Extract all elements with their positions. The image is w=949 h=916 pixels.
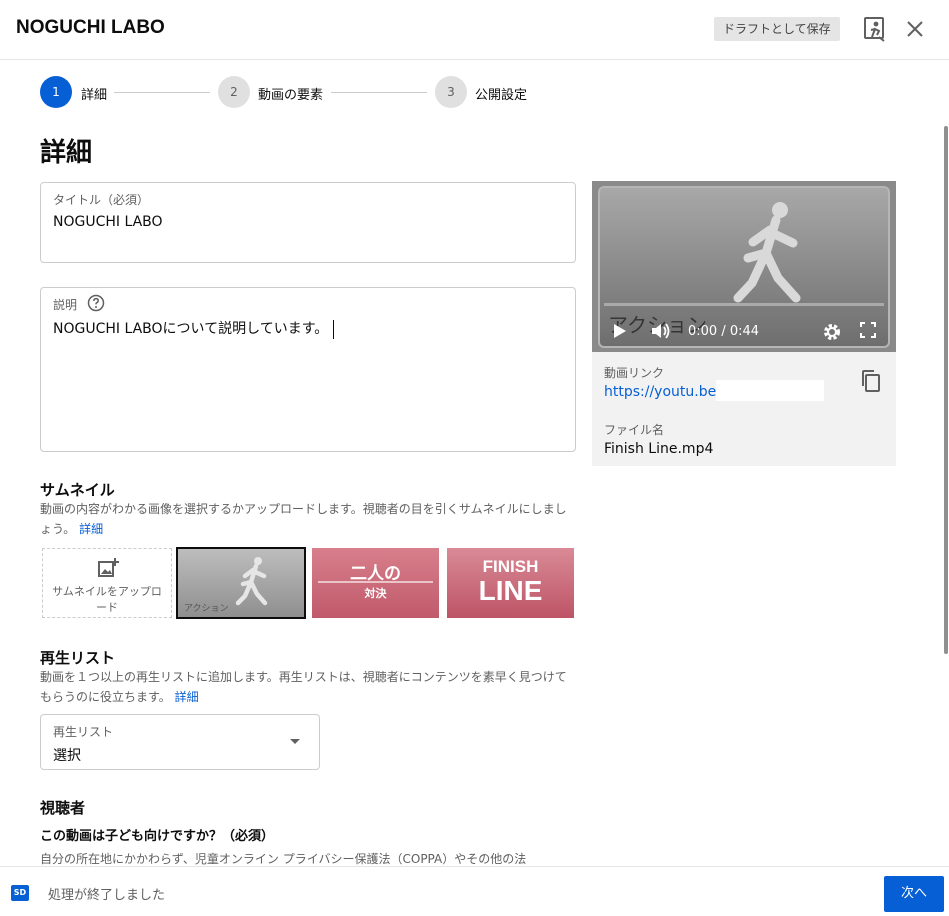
thumbnail-option-1[interactable]: アクション (176, 547, 306, 619)
video-progress-bar[interactable] (604, 303, 884, 306)
runner-figure (235, 557, 268, 606)
description-field[interactable]: 説明 NOGUCHI LABOについて説明しています。 (40, 287, 576, 452)
step-connector (331, 92, 427, 93)
footer: SD 処理が終了しました 次へ (0, 866, 949, 916)
copy-icon[interactable] (860, 369, 882, 393)
text-cursor (333, 319, 335, 339)
step-1-number[interactable]: 1 (40, 76, 72, 108)
thumbnail-description: 動画の内容がわかる画像を選択するかアップロードします。視聴者の目を引くサムネイル… (40, 499, 575, 539)
sd-quality-icon: SD (11, 885, 29, 901)
step-1-label[interactable]: 詳細 (81, 84, 107, 103)
title-field-label: タイトル（必須） (53, 193, 150, 207)
thumbnail-2-line2: 対決 (364, 587, 387, 600)
page-title: 詳細 (40, 138, 93, 168)
runner-figure (733, 202, 801, 303)
video-player[interactable]: アクション 0:00 / 0:44 (592, 181, 896, 352)
volume-icon[interactable] (650, 322, 672, 340)
playlist-description-text: 動画を１つ以上の再生リストに追加します。再生リストは、視聴者にコンテンツを素早く… (40, 670, 567, 704)
video-preview-card: アクション 0:00 / 0:44 動画リンク https://youtu.be… (592, 181, 896, 466)
video-time: 0:00 / 0:44 (688, 324, 760, 339)
playlist-select[interactable]: 再生リスト 選択 (40, 714, 320, 770)
save-draft-button[interactable]: ドラフトとして保存 (714, 17, 840, 41)
thumbnail-description-text: 動画の内容がわかる画像を選択するかアップロードします。視聴者の目を引くサムネイル… (40, 502, 567, 536)
close-icon[interactable] (905, 19, 925, 39)
step-3-label[interactable]: 公開設定 (475, 84, 527, 103)
upload-stepper: 1 詳細 2 動画の要素 3 公開設定 (40, 76, 560, 108)
video-link[interactable]: https://youtu.be/ (604, 384, 721, 400)
upload-thumbnail-button[interactable]: サムネイルをアップロード (42, 548, 172, 618)
title-input[interactable]: NOGUCHI LABO (53, 214, 163, 230)
playlist-section-title: 再生リスト (40, 649, 116, 667)
description-input[interactable]: NOGUCHI LABOについて説明しています。 (53, 318, 335, 339)
title-field[interactable]: タイトル（必須） NOGUCHI LABO (40, 182, 576, 263)
playlist-select-value: 選択 (53, 748, 81, 764)
thumbnail-option-3[interactable]: FINISH LINE (447, 548, 574, 618)
thumbnail-section-title: サムネイル (40, 481, 115, 499)
description-text: NOGUCHI LABOについて説明しています。 (53, 321, 329, 337)
step-3-number[interactable]: 3 (435, 76, 467, 108)
playlist-select-label: 再生リスト (53, 725, 114, 739)
header: NOGUCHI LABO ドラフトとして保存 (0, 0, 949, 60)
playlist-details-link[interactable]: 詳細 (175, 690, 199, 704)
step-2-label[interactable]: 動画の要素 (258, 84, 323, 103)
thumbnail-details-link[interactable]: 詳細 (79, 522, 103, 536)
help-icon[interactable] (87, 294, 105, 312)
audience-question: この動画は子ども向けですか？（必須） (40, 829, 275, 844)
play-icon[interactable] (612, 322, 628, 340)
thumbnail-3-line2: LINE (478, 575, 543, 606)
video-link-label: 動画リンク (604, 366, 665, 380)
redacted-link-id (716, 380, 824, 401)
next-button[interactable]: 次へ (884, 876, 944, 912)
step-connector (114, 92, 210, 93)
dialog-title: NOGUCHI LABO (16, 17, 165, 38)
audience-description: 自分の所在地にかかわらず、児童オンライン プライバシー保護法（COPPA）やその… (40, 852, 527, 866)
upload-thumbnail-label: サムネイルをアップロード (52, 585, 162, 614)
processing-status: 処理が終了しました (48, 888, 166, 903)
playlist-description: 動画を１つ以上の再生リストに追加します。再生リストは、視聴者にコンテンツを素早く… (40, 667, 575, 707)
fullscreen-icon[interactable] (860, 322, 876, 338)
description-field-label: 説明 (53, 298, 78, 312)
add-photo-icon (98, 558, 119, 577)
settings-gear-icon[interactable] (822, 322, 842, 342)
step-2-number[interactable]: 2 (218, 76, 250, 108)
dropdown-arrow-icon (290, 739, 300, 744)
divider (318, 581, 433, 583)
audience-section-title: 視聴者 (40, 799, 86, 817)
thumbnail-3-line1: FINISH (482, 557, 539, 576)
scrollbar[interactable] (944, 126, 948, 654)
thumbnail-option-2[interactable]: 二人の 対決 (312, 548, 439, 618)
filename-value: Finish Line.mp4 (604, 441, 714, 457)
thumbnail-1-text: アクション (184, 604, 229, 614)
filename-label: ファイル名 (604, 423, 665, 437)
feedback-icon[interactable] (862, 15, 888, 43)
